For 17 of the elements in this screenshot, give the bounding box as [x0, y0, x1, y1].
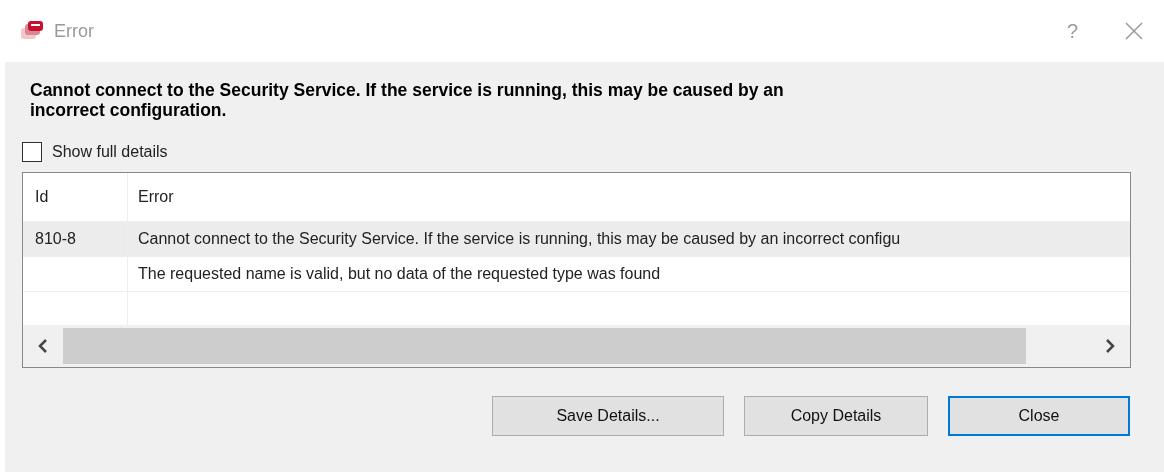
window-title: Error: [54, 20, 94, 42]
checkbox[interactable]: [22, 142, 42, 162]
scrollbar-thumb[interactable]: [63, 328, 1026, 364]
table-row[interactable]: The requested name is valid, but no data of the requested type was found: [23, 257, 1130, 292]
column-header[interactable]: Id: [35, 188, 49, 206]
table-cell: Cannot connect to the Security Service. If the service is running, this may be caused by an incorrect configu: [138, 230, 901, 248]
table-cell: 810-8: [35, 230, 76, 248]
error-message: Cannot connect to the Security Service. If the service is running, this may be caused by an incorrect configuration.: [29, 80, 785, 120]
dialog-button[interactable]: Save Details...: [492, 396, 724, 436]
close-icon[interactable]: [1124, 21, 1144, 41]
checkbox-label: Show full details: [52, 143, 168, 161]
dialog-button[interactable]: Copy Details: [744, 396, 928, 436]
table-cell: The requested name is valid, but no data of the requested type was found: [138, 265, 661, 283]
column-header[interactable]: Error: [138, 188, 174, 206]
app-icon: [20, 20, 44, 42]
dialog-button[interactable]: Close: [948, 396, 1130, 436]
table-row[interactable]: 810-8 Cannot connect to the Security Service. If the service is running, this may be caused by an incorrect configu: [23, 222, 1130, 257]
